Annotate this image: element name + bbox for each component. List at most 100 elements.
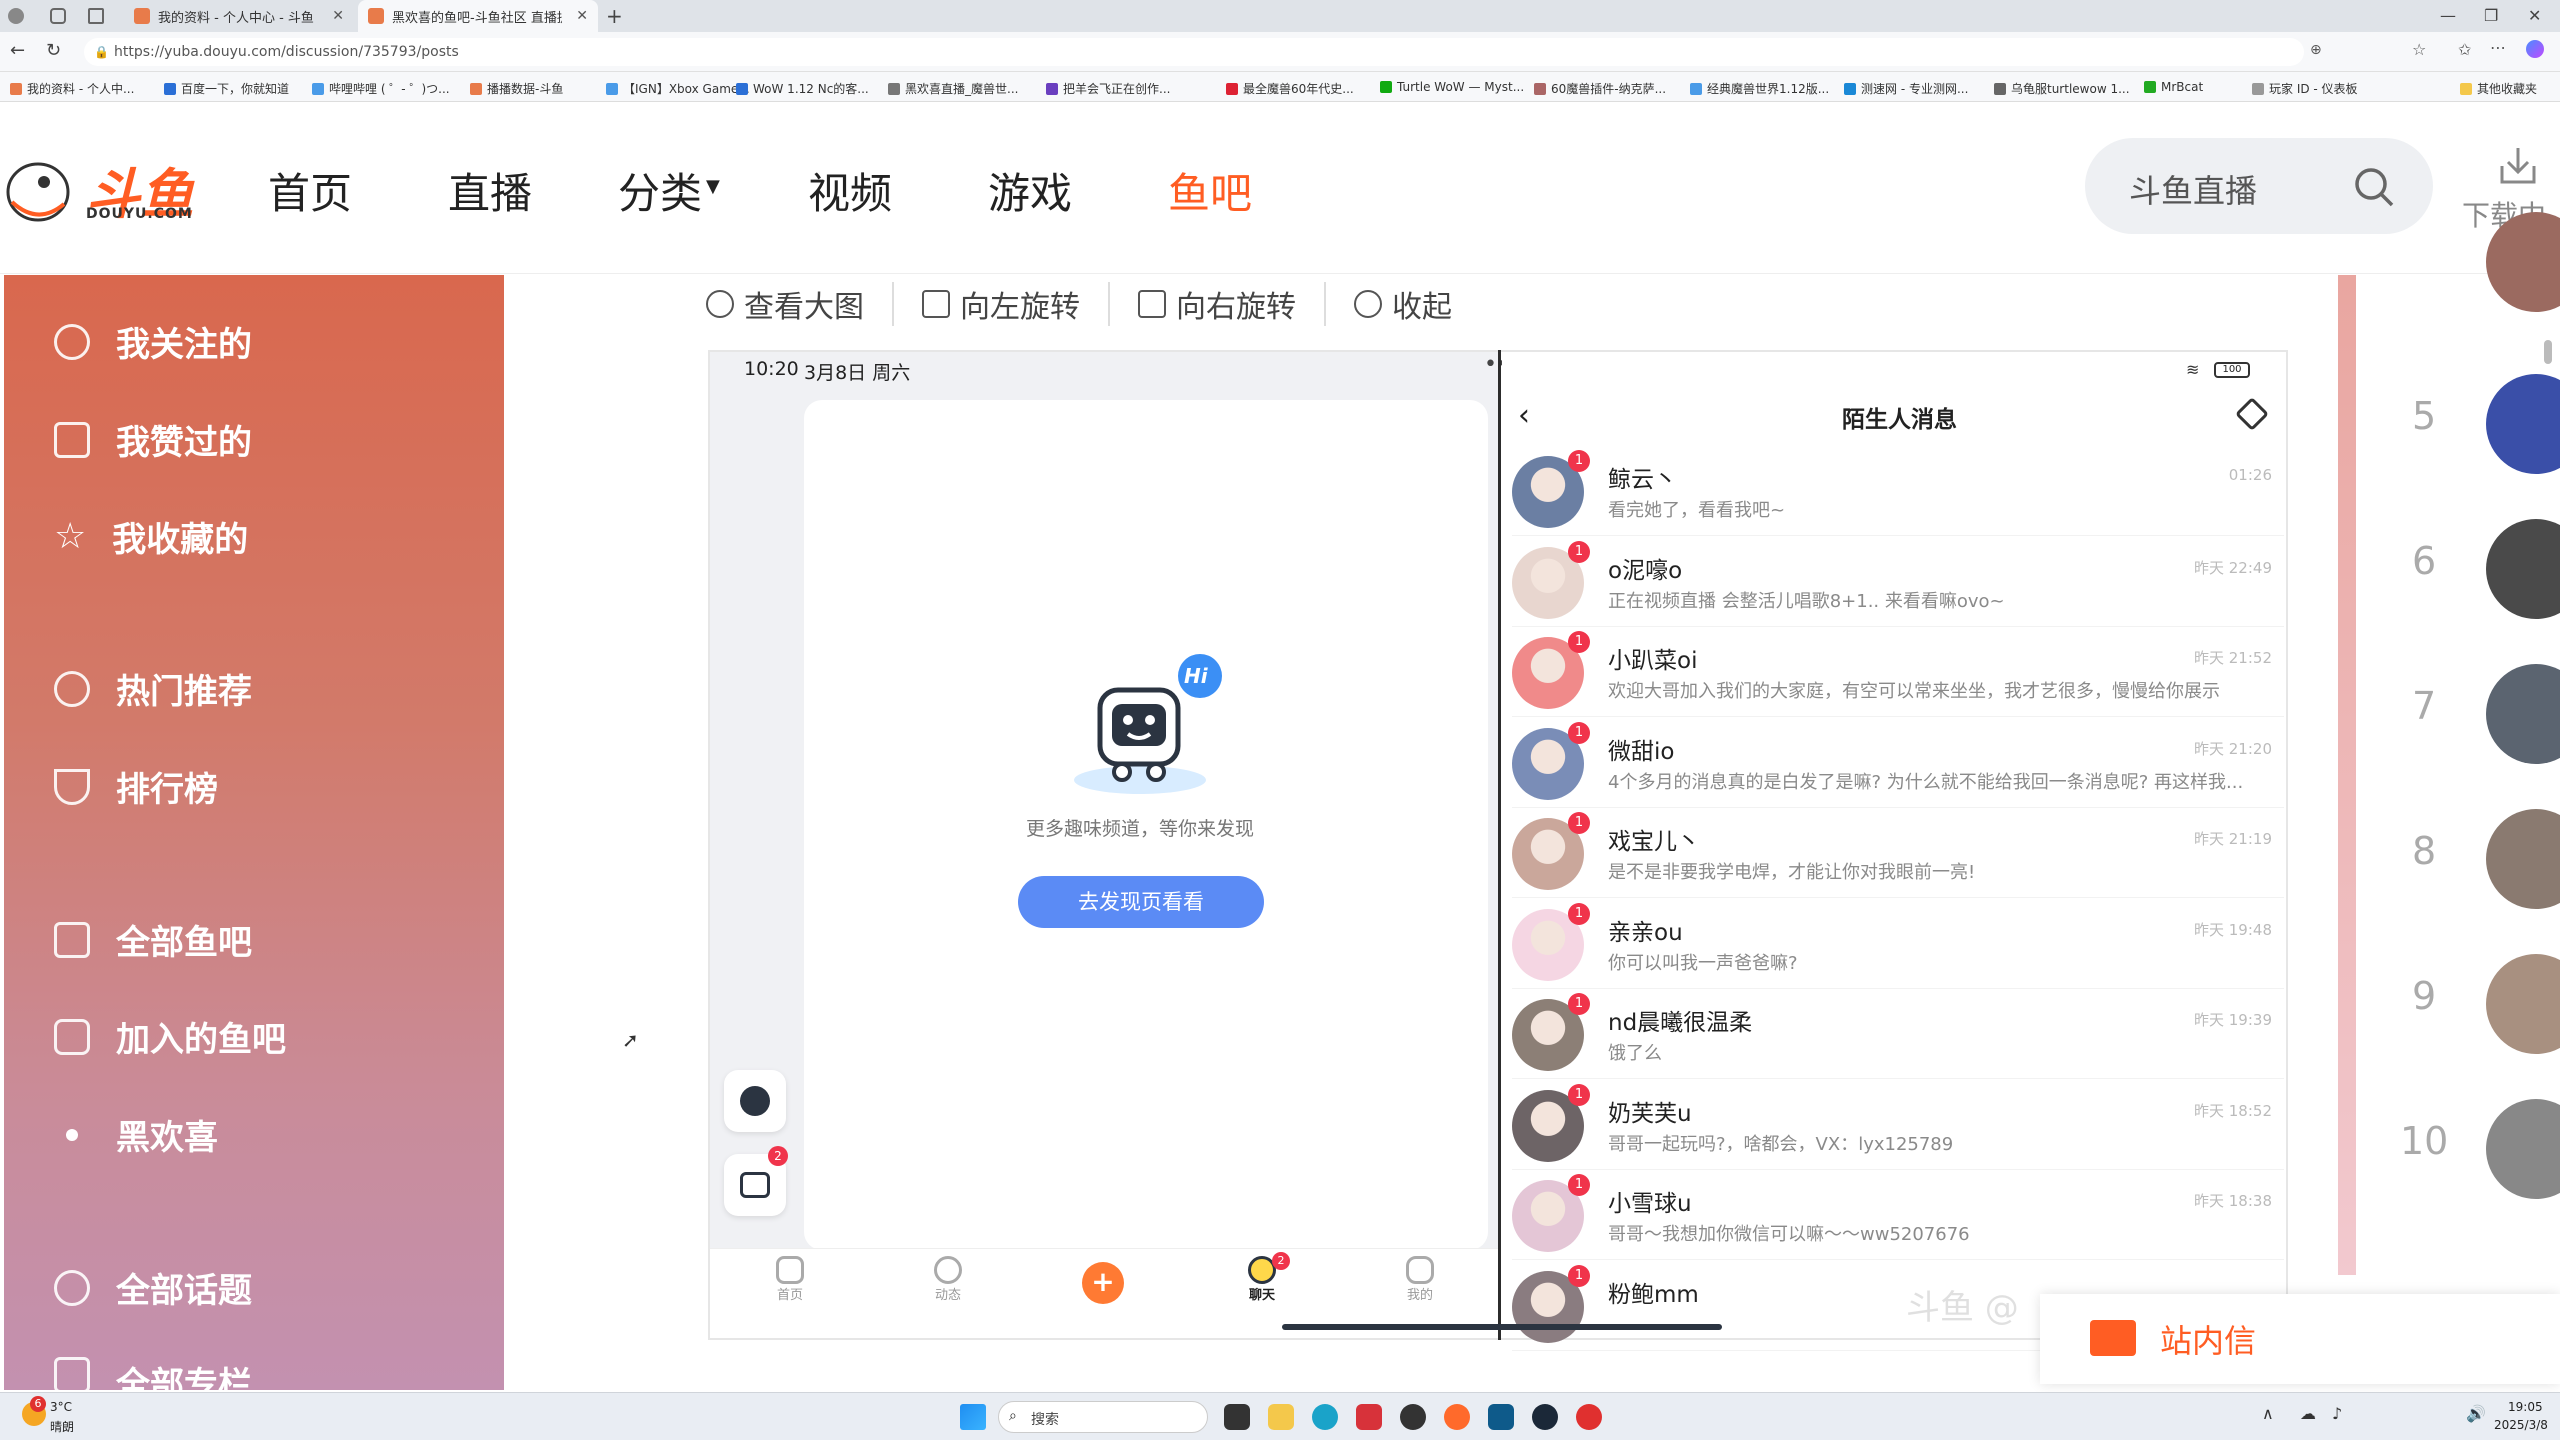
nav-category[interactable]: 分类 [618, 160, 702, 221]
phone-nav-feed[interactable]: 动态 [928, 1256, 968, 1303]
phone-nav-me[interactable]: 我的 [1400, 1256, 1440, 1303]
page-scrollbar[interactable] [2544, 340, 2552, 364]
phone-nav-create[interactable]: + [1082, 1262, 1124, 1304]
bookmark-item[interactable]: 播播数据-斗鱼 [470, 80, 563, 97]
message-row[interactable]: 1 小趴菜oi 欢迎大哥加入我们的大家庭，有空可以常来坐坐，我才艺很多，慢慢给你展示… [1512, 627, 2284, 717]
windows-start-icon[interactable] [960, 1404, 986, 1430]
sidebar-item-topics[interactable]: 全部话题 [54, 1263, 252, 1312]
bookmark-item[interactable]: 最全魔兽60年代史... [1226, 80, 1354, 97]
image-scrollbar[interactable] [1282, 1324, 1722, 1330]
clock-time[interactable]: 19:05 [2508, 1400, 2543, 1414]
workspaces-icon[interactable] [50, 8, 66, 24]
sidebar-item-following[interactable]: 我关注的 [54, 317, 252, 366]
clock-date[interactable]: 2025/3/8 [2494, 1418, 2548, 1432]
message-row[interactable]: 1 小雪球u 哥哥～我想加你微信可以嘛～～ww5207676 昨天 18:38 [1512, 1170, 2284, 1260]
search-input[interactable]: 斗鱼直播 [2129, 166, 2257, 212]
file-explorer-icon[interactable] [1268, 1404, 1294, 1430]
close-window-icon[interactable]: ✕ [2528, 6, 2541, 25]
sidebar-item-columns[interactable]: 全部专栏 [54, 1357, 252, 1391]
message-row[interactable]: 1 微甜io 4个多月的消息真的是白发了是嘛? 为什么就不能给我回一条消息呢? 再这… [1512, 718, 2284, 808]
message-row[interactable]: 1 戏宝儿丶 是不是非要我学电焊，才能让你对我眼前一亮! 昨天 21:19 [1512, 808, 2284, 898]
sidebar-item-favorites[interactable]: ☆ 我收藏的 [54, 512, 248, 561]
phone-nav-home[interactable]: 首页 [770, 1256, 810, 1303]
phone-nav-chat[interactable]: 聊天 2 [1242, 1252, 1290, 1303]
collapse-button[interactable]: 收起 [1326, 282, 1480, 326]
minimize-icon[interactable]: — [2440, 6, 2456, 25]
tray-chevron-icon[interactable]: ∧ [2262, 1404, 2274, 1423]
bookmark-item[interactable]: 玩家 ID - 仪表板 [2252, 80, 2358, 97]
back-icon[interactable]: ← [10, 40, 25, 61]
view-large-button[interactable]: 查看大图 [706, 282, 894, 326]
tray-mic-icon[interactable]: ♪ [2332, 1404, 2342, 1423]
bookmark-item[interactable]: 【IGN】Xbox Game... [606, 80, 750, 97]
url-input[interactable]: 🔒 https://yuba.douyu.com/discussion/7357… [84, 38, 2304, 66]
bookmark-item[interactable]: 经典魔兽世界1.12版... [1690, 80, 1829, 97]
bookmark-item[interactable]: 60魔兽插件-纳克萨... [1534, 80, 1666, 97]
douyu-app-icon[interactable] [1444, 1404, 1470, 1430]
bookmark-item[interactable]: MrBcat [2144, 80, 2203, 94]
bookmark-label: MrBcat [2161, 80, 2204, 94]
sidebar-item-ranking[interactable]: 排行榜 [54, 762, 218, 811]
nav-video[interactable]: 视频 [808, 160, 892, 221]
bookmark-item[interactable]: 测速网 - 专业测网... [1844, 80, 1968, 97]
bookmark-item[interactable]: 乌龟服turtlewow 1... [1994, 80, 2130, 97]
bookmark-item[interactable]: Turtle WoW — Myst... [1380, 80, 1524, 94]
message-row[interactable]: 1 o泥嚎o 正在视频直播 会整活儿唱歌8+1.. 来看看嘛ovo~ 昨天 22:49 [1512, 537, 2284, 627]
inbox-float-button[interactable]: 站内信 [2040, 1294, 2560, 1384]
task-view-icon[interactable] [1224, 1404, 1250, 1430]
sidebar-item-hot[interactable]: 热门推荐 [54, 664, 252, 713]
bookmark-item[interactable]: 黑欢喜直播_魔兽世... [888, 80, 1018, 97]
sidebar-item-heihuanxi[interactable]: 黑欢喜 [54, 1110, 218, 1159]
message-row[interactable]: 1 奶芙芙u 哥哥一起玩吗?，啥都会，VX：lyx125789 昨天 18:52 [1512, 1080, 2284, 1170]
netease-icon[interactable] [1400, 1404, 1426, 1430]
inbox-button[interactable]: 2 [724, 1146, 788, 1216]
nav-yuba[interactable]: 鱼吧 [1168, 160, 1252, 221]
close-tab-icon[interactable]: ✕ [576, 8, 588, 24]
favorites-icon[interactable]: ✩ [2458, 40, 2471, 59]
wps-icon[interactable] [1356, 1404, 1382, 1430]
download-icon[interactable] [2496, 144, 2540, 188]
steam-icon[interactable] [1532, 1404, 1558, 1430]
rotate-left-button[interactable]: 向左旋转 [894, 282, 1110, 326]
taskbar-search[interactable]: ⌕ 搜索 [998, 1401, 1208, 1433]
tab-yuba[interactable]: 黑欢喜的鱼吧-斗鱼社区 直播提示 ✕ [358, 0, 598, 32]
more-icon[interactable]: ⋯ [2490, 38, 2506, 57]
profile-icon[interactable] [8, 8, 24, 24]
refresh-icon[interactable]: ↻ [46, 40, 61, 61]
message-row[interactable]: 1 nd晨曦很温柔 饿了么 昨天 19:39 [1512, 989, 2284, 1079]
bookmark-item[interactable]: 其他收藏夹 [2460, 80, 2537, 97]
netease-music-icon[interactable] [1576, 1404, 1602, 1430]
chat-title: 陌生人消息 [1842, 407, 1957, 433]
rotate-right-button[interactable]: 向右旋转 [1110, 282, 1326, 326]
blizzard-icon[interactable] [1488, 1404, 1514, 1430]
nav-home[interactable]: 首页 [268, 160, 352, 221]
nav-live[interactable]: 直播 [448, 160, 532, 221]
sidebar-item-all-yuba[interactable]: 全部鱼吧 [54, 915, 252, 964]
edge-icon[interactable] [1312, 1404, 1338, 1430]
search-box[interactable]: 斗鱼直播 [2085, 138, 2433, 234]
close-tab-icon[interactable]: ✕ [332, 8, 344, 24]
back-chevron-icon[interactable]: ‹ [1518, 398, 1530, 433]
message-row[interactable]: 1 鲸云丶 看完她了，看看我吧~ 01:26 [1512, 446, 2284, 536]
discover-button[interactable]: 去发现页看看 [1018, 876, 1264, 928]
nav-game[interactable]: 游戏 [988, 160, 1072, 221]
bookmark-item[interactable]: 我的资料 - 个人中... [10, 80, 134, 97]
maximize-icon[interactable]: ❐ [2484, 6, 2498, 25]
tray-volume-icon[interactable]: 🔊 [2466, 1404, 2486, 1423]
new-tab-icon[interactable]: + [606, 4, 623, 28]
sidebar-item-liked[interactable]: 我赞过的 [54, 415, 252, 464]
bookmark-item[interactable]: 百度一下，你就知道 [164, 80, 289, 97]
message-row[interactable]: 1 亲亲ou 你可以叫我一声爸爸嘛? 昨天 19:48 [1512, 899, 2284, 989]
bookmark-item[interactable]: 哔哩哔哩 ( ゜- ゜)つ... [312, 80, 450, 97]
compass-button[interactable] [724, 1070, 786, 1132]
copilot-icon[interactable] [2526, 40, 2544, 58]
bookmark-item[interactable]: 把羊会飞正在创作... [1046, 80, 1170, 97]
bookmark-item[interactable]: WoW 1.12 Nc的客... [736, 80, 869, 97]
sidebar-item-joined[interactable]: 加入的鱼吧 [54, 1012, 286, 1061]
tab-actions-icon[interactable] [88, 8, 104, 24]
zoom-icon[interactable]: ⊕ [2310, 42, 2322, 58]
favorite-star-icon[interactable]: ☆ [2412, 40, 2426, 59]
tab-profile[interactable]: 我的资料 - 个人中心 - 斗鱼 ✕ [124, 0, 354, 32]
tray-network-icon[interactable]: ☁ [2300, 1404, 2316, 1423]
search-icon[interactable] [2353, 166, 2395, 208]
